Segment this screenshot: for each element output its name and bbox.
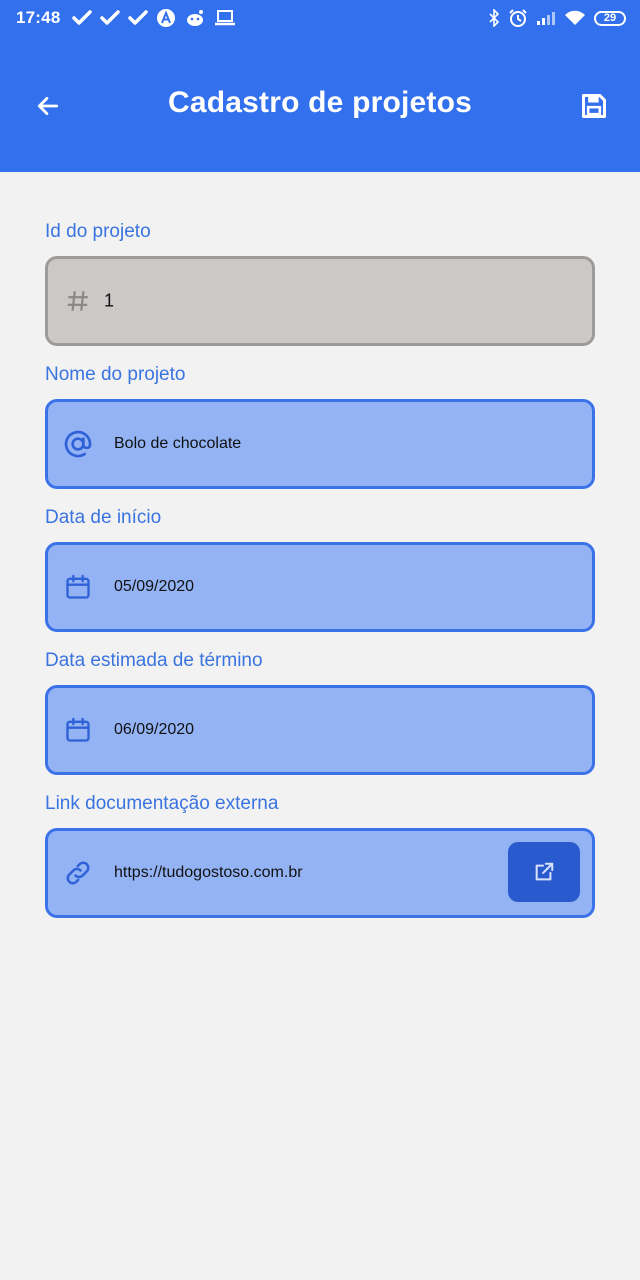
start-date-label: Data de início	[45, 507, 162, 528]
check-icon	[72, 10, 93, 26]
name-label: Nome do projeto	[45, 364, 186, 385]
link-value: https://tudogostoso.com.br	[114, 864, 303, 881]
name-value: Bolo de chocolate	[114, 435, 242, 452]
reddit-icon	[184, 8, 206, 28]
start-date-field[interactable]: 05/09/2020	[45, 542, 595, 632]
bluetooth-icon	[488, 9, 500, 27]
signal-icon	[536, 10, 556, 26]
name-field[interactable]: Bolo de chocolate	[45, 399, 595, 489]
link-icon	[62, 857, 94, 889]
end-date-value: 06/09/2020	[114, 721, 195, 738]
status-bar: 17:48 29	[0, 0, 640, 36]
battery-icon: 29	[594, 10, 626, 26]
at-icon	[62, 428, 94, 460]
project-form: Id do projeto 1 Nome do projeto Bolo de …	[45, 218, 595, 933]
end-date-field[interactable]: 06/09/2020	[45, 685, 595, 775]
alarm-icon	[508, 8, 528, 28]
check-icon	[100, 10, 121, 26]
hash-icon	[62, 285, 94, 317]
laptop-icon	[214, 9, 236, 27]
link-label: Link documentação externa	[45, 793, 279, 814]
save-button[interactable]	[576, 88, 612, 124]
page-title: Cadastro de projetos	[167, 86, 473, 119]
end-date-label: Data estimada de término	[45, 650, 263, 671]
app-a-icon	[156, 8, 176, 28]
calendar-icon	[62, 714, 94, 746]
wifi-icon	[564, 9, 586, 27]
id-label: Id do projeto	[45, 221, 151, 242]
floppy-save-icon	[580, 92, 608, 120]
app-bar: Cadastro de projetos	[0, 36, 640, 172]
id-field: 1	[45, 256, 595, 346]
external-link-icon	[533, 861, 555, 883]
start-date-value: 05/09/2020	[114, 578, 195, 595]
id-value: 1	[104, 290, 115, 311]
status-time: 17:48	[16, 8, 61, 27]
check-icon	[128, 10, 149, 26]
status-right: 29	[488, 8, 626, 28]
status-left: 17:48	[16, 8, 236, 28]
calendar-icon	[62, 571, 94, 603]
open-link-button[interactable]	[508, 842, 580, 902]
link-field[interactable]: https://tudogostoso.com.br	[45, 828, 595, 918]
